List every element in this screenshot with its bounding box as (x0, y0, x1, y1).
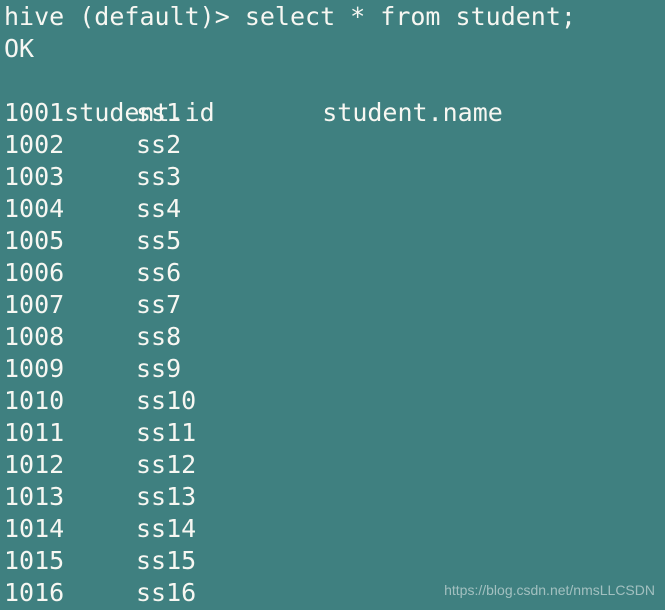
row-cell-student-name: ss2 (136, 130, 182, 159)
row-cell-student-id: 1012 (4, 450, 65, 479)
result-column-header-row: student.id student.name (4, 65, 665, 127)
row-cell-student-id: 1015 (4, 546, 65, 575)
table-row: 1002 ss2 (4, 129, 665, 161)
table-row: 1013 ss13 (4, 481, 665, 513)
table-row: 1005 ss5 (4, 225, 665, 257)
row-cell-student-name: ss10 (136, 386, 197, 415)
row-cell-student-name: ss11 (136, 418, 197, 447)
row-cell-student-name: ss3 (136, 162, 182, 191)
row-cell-student-id: 1004 (4, 194, 65, 223)
table-row: 1015 ss15 (4, 545, 665, 577)
row-cell-student-id: 1008 (4, 322, 65, 351)
table-row: 1003 ss3 (4, 161, 665, 193)
row-cell-student-id: 1003 (4, 162, 65, 191)
row-cell-student-id: 1005 (4, 226, 65, 255)
row-cell-student-name: ss8 (136, 322, 182, 351)
column-header-student-name: student.name (322, 98, 503, 127)
row-cell-student-id: 1016 (4, 578, 65, 607)
row-cell-student-id: 1007 (4, 290, 65, 319)
row-cell-student-name: ss6 (136, 258, 182, 287)
table-row: 1012 ss12 (4, 449, 665, 481)
row-cell-student-name: ss16 (136, 578, 197, 607)
row-cell-student-name: ss13 (136, 482, 197, 511)
hive-prompt-command-line: hive (default)> select * from student; (4, 2, 576, 31)
row-cell-student-name: ss4 (136, 194, 182, 223)
table-row: 1006 ss6 (4, 257, 665, 289)
row-cell-student-id: 1013 (4, 482, 65, 511)
csdn-blog-watermark: https://blog.csdn.net/nmsLLCSDN (444, 582, 655, 598)
row-cell-student-id: 1001 (4, 98, 65, 127)
query-status-line: OK (4, 34, 35, 63)
row-cell-student-name: ss9 (136, 354, 182, 383)
row-cell-student-id: 1010 (4, 386, 65, 415)
table-row: 1009 ss9 (4, 353, 665, 385)
row-cell-student-id: 1006 (4, 258, 65, 287)
row-cell-student-name: ss15 (136, 546, 197, 575)
row-cell-student-name: ss12 (136, 450, 197, 479)
row-cell-student-name: ss14 (136, 514, 197, 543)
terminal-output-pane[interactable]: hive (default)> select * from student; O… (0, 0, 665, 610)
row-cell-student-id: 1014 (4, 514, 65, 543)
row-cell-student-name: ss1 (136, 98, 182, 127)
table-row: 1004 ss4 (4, 193, 665, 225)
result-rows-container: 1001 ss1 1002 ss2 1003 ss3 1004 ss4 1005 ss5 1006 s… (4, 97, 665, 609)
table-row: 1008 ss8 (4, 321, 665, 353)
table-row: 1010 ss10 (4, 385, 665, 417)
table-row: 1011 ss11 (4, 417, 665, 449)
row-cell-student-id: 1011 (4, 418, 65, 447)
table-row: 1007 ss7 (4, 289, 665, 321)
row-cell-student-id: 1009 (4, 354, 65, 383)
row-cell-student-id: 1002 (4, 130, 65, 159)
table-row: 1014 ss14 (4, 513, 665, 545)
row-cell-student-name: ss5 (136, 226, 182, 255)
row-cell-student-name: ss7 (136, 290, 182, 319)
